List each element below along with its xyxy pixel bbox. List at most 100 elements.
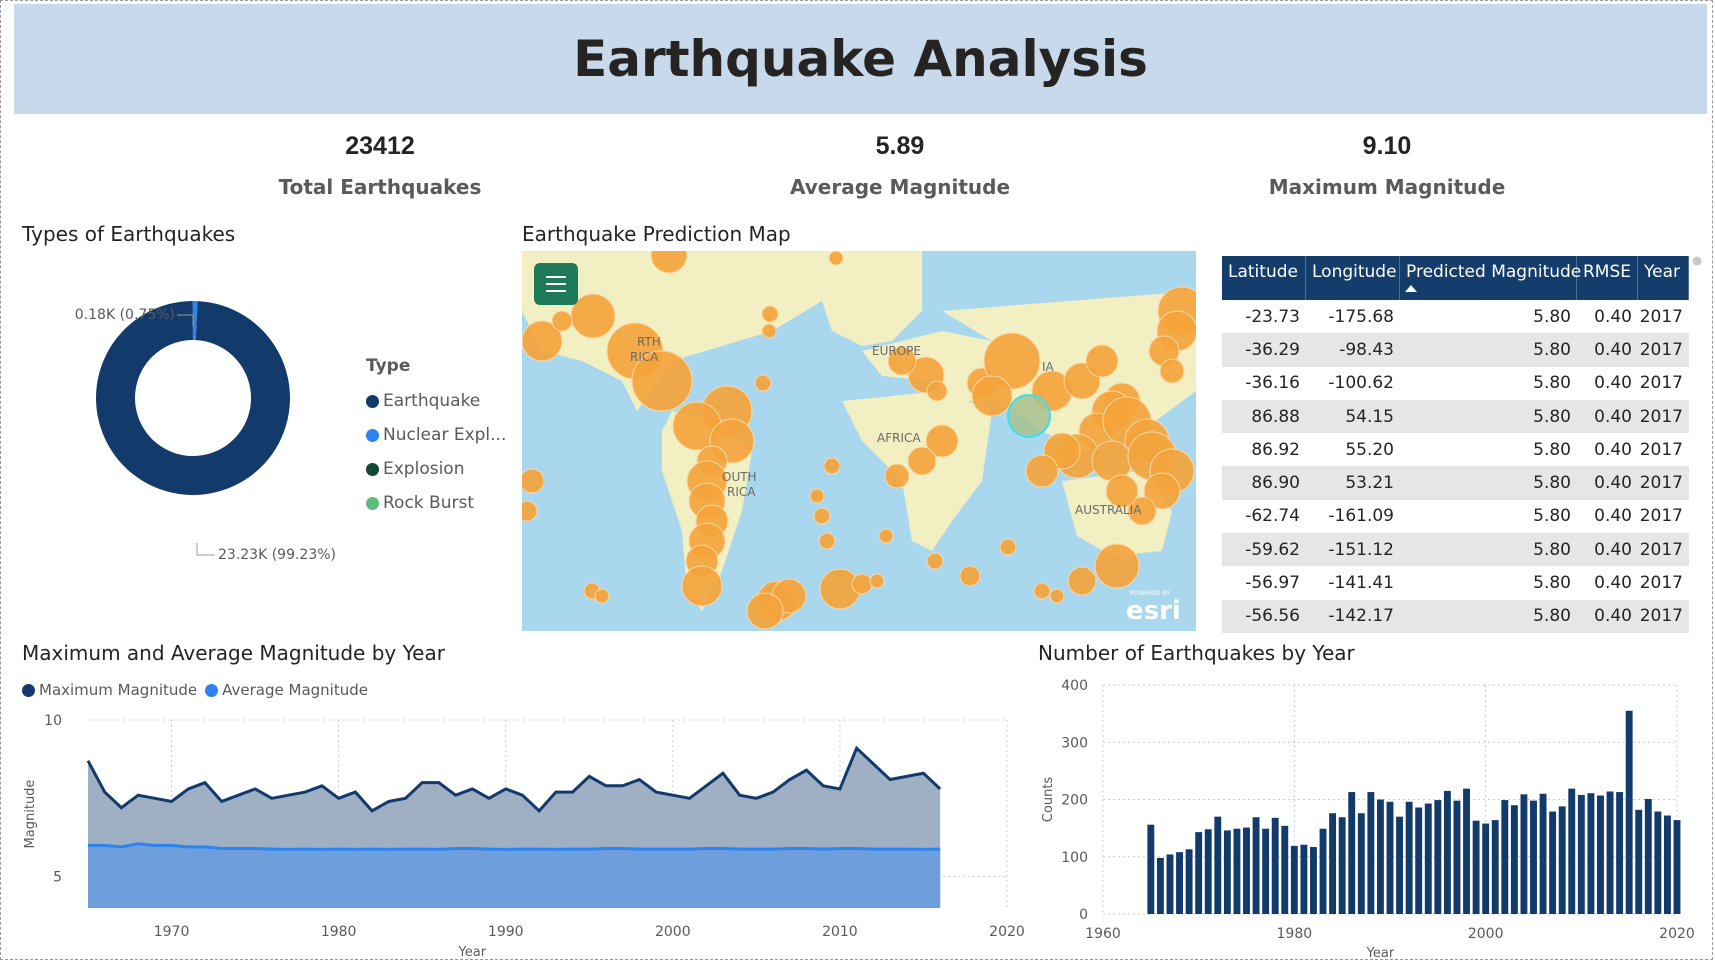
bar <box>1329 813 1337 914</box>
legend-title: Type <box>366 356 411 376</box>
selected-marker[interactable] <box>1007 394 1051 438</box>
table-cell: -23.73 <box>1245 306 1300 327</box>
legend-item-explosion[interactable]: Explosion <box>366 452 506 486</box>
legend-label: Maximum Magnitude <box>39 681 198 699</box>
map-label-north-america-2: RICA <box>630 350 659 364</box>
donut-title: Types of Earthquakes <box>22 222 236 246</box>
bar <box>1654 811 1662 914</box>
legend-dot <box>205 683 219 697</box>
map-menu-button[interactable] <box>534 263 578 305</box>
table-cell: 2017 <box>1639 439 1683 460</box>
bar <box>1348 792 1356 914</box>
earthquake-marker <box>746 592 784 630</box>
table-cell: 5.80 <box>1533 439 1571 460</box>
col-longitude[interactable]: Longitude <box>1306 256 1400 300</box>
table-cell: 2017 <box>1639 573 1683 594</box>
table-cell: 2017 <box>1639 606 1683 627</box>
bar <box>1463 788 1470 914</box>
bar <box>1482 823 1490 914</box>
table-cell: 53.21 <box>1345 473 1394 494</box>
leader-line <box>196 543 215 556</box>
table-cell: 0.40 <box>1594 473 1632 494</box>
bar <box>1453 800 1461 914</box>
table-row[interactable]: -36.29 -98.43 5.80 0.40 2017 <box>1222 333 1689 367</box>
table-cell: 5.80 <box>1533 539 1571 560</box>
bar <box>1501 800 1509 914</box>
table-cell: 86.88 <box>1251 406 1300 427</box>
kpi-maximum-magnitude[interactable]: 9.10 Maximum Magnitude <box>1177 132 1597 199</box>
table-row[interactable]: 86.88 54.15 5.80 0.40 2017 <box>1222 399 1689 434</box>
bar <box>1185 849 1193 914</box>
prediction-table[interactable]: Latitude Longitude Predicted Magnitude R… <box>1222 256 1689 633</box>
earthquake-marker <box>1025 454 1059 488</box>
bar <box>1386 801 1394 914</box>
kpi-total-earthquakes[interactable]: 23412 Total Earthquakes <box>170 132 590 199</box>
y-tick-label: 0 <box>1079 907 1088 923</box>
earthquake-marker <box>594 588 610 604</box>
legend-item-nuclear-explosion[interactable]: Nuclear Expl... <box>366 418 506 452</box>
x-tick-label: 2010 <box>822 924 858 940</box>
bar <box>1568 788 1576 914</box>
map-label-asia: IA <box>1042 360 1055 374</box>
earthquake-marker <box>1033 582 1051 600</box>
earthquake-marker <box>878 528 894 544</box>
y-tick-label: 5 <box>53 870 62 886</box>
kpi-average-magnitude[interactable]: 5.89 Average Magnitude <box>690 132 1110 199</box>
col-latitude[interactable]: Latitude <box>1222 256 1306 300</box>
kpi-label: Total Earthquakes <box>278 175 482 199</box>
table-row[interactable]: 86.90 53.21 5.80 0.40 2017 <box>1222 466 1689 500</box>
legend-item-maximum[interactable]: Maximum Magnitude <box>22 681 201 699</box>
bar <box>1625 710 1633 914</box>
magnitude-area-chart[interactable]: 5 10 1970 1980 1990 2000 2010 2020 Year Magnitude <box>0 700 1030 960</box>
table-header: Latitude Longitude Predicted Magnitude R… <box>1222 256 1689 300</box>
earthquake-prediction-map[interactable]: RTH RICA EUROPE AFRICA AUSTRALIA OUTH RI… <box>522 251 1196 631</box>
earthquake-count-bar-chart[interactable]: 0 100 200 300 400 1960 1980 2000 2020 Year Counts <box>1030 670 1710 960</box>
table-cell: 0.40 <box>1594 373 1632 394</box>
x-tick-label: 1990 <box>488 924 524 940</box>
legend-dot <box>366 462 379 476</box>
legend-item-earthquake[interactable]: Earthquake <box>366 384 506 418</box>
legend-item-average[interactable]: Average Magnitude <box>205 681 372 699</box>
bar <box>1472 820 1480 914</box>
bar <box>1300 844 1308 914</box>
donut-data-label-small: 0.18K (0.75%) <box>75 307 175 323</box>
page-title: Earthquake Analysis <box>573 30 1148 88</box>
bar <box>1214 816 1222 914</box>
kpi-label: Maximum Magnitude <box>1268 175 1506 199</box>
legend-label: Nuclear Expl... <box>383 425 507 445</box>
table-row[interactable]: -56.97 -141.41 5.80 0.40 2017 <box>1222 566 1689 600</box>
donut-data-label-large: 23.23K (99.23%) <box>218 547 336 563</box>
sort-ascending-icon[interactable] <box>1404 284 1418 294</box>
legend-label: Earthquake <box>383 391 481 411</box>
map-label-north-america: RTH <box>637 335 661 349</box>
table-row[interactable]: -36.16 -100.62 5.80 0.40 2017 <box>1222 366 1689 400</box>
bar <box>1443 790 1451 914</box>
kpi-value: 9.10 <box>1362 132 1412 160</box>
kpi-label: Average Magnitude <box>789 175 1011 199</box>
table-cell: 2017 <box>1639 306 1683 327</box>
earthquake-marker <box>1094 543 1140 589</box>
bar <box>1520 794 1528 914</box>
table-cell: -161.09 <box>1328 506 1394 527</box>
y-axis-title: Magnitude <box>23 780 38 849</box>
col-rmse[interactable]: RMSE <box>1577 256 1638 300</box>
table-row[interactable]: -23.73 -175.68 5.80 0.40 2017 <box>1222 300 1689 334</box>
earthquake-marker <box>522 468 545 494</box>
table-row[interactable]: -59.62 -151.12 5.80 0.40 2017 <box>1222 533 1689 567</box>
earthquake-marker <box>869 573 885 589</box>
bar <box>1195 832 1203 914</box>
earthquake-marker <box>971 375 1013 417</box>
map-label-australia: AUSTRALIA <box>1075 503 1142 517</box>
donut-chart[interactable]: 0.18K (0.75%) 23.23K (99.23%) <box>60 300 360 580</box>
bar <box>1290 845 1298 914</box>
scrollbar-thumb[interactable] <box>1692 256 1702 266</box>
table-row[interactable]: -56.56 -142.17 5.80 0.40 2017 <box>1222 599 1689 633</box>
col-year[interactable]: Year <box>1638 256 1689 300</box>
table-cell: 0.40 <box>1594 439 1632 460</box>
legend-item-rock-burst[interactable]: Rock Burst <box>366 486 506 520</box>
table-row[interactable]: -62.74 -161.09 5.80 0.40 2017 <box>1222 499 1689 534</box>
col-predicted-magnitude[interactable]: Predicted Magnitude <box>1400 256 1581 300</box>
map-label-africa: AFRICA <box>877 431 921 445</box>
table-row[interactable]: 86.92 55.20 5.80 0.40 2017 <box>1222 433 1689 467</box>
x-tick-label: 1980 <box>1277 926 1313 942</box>
